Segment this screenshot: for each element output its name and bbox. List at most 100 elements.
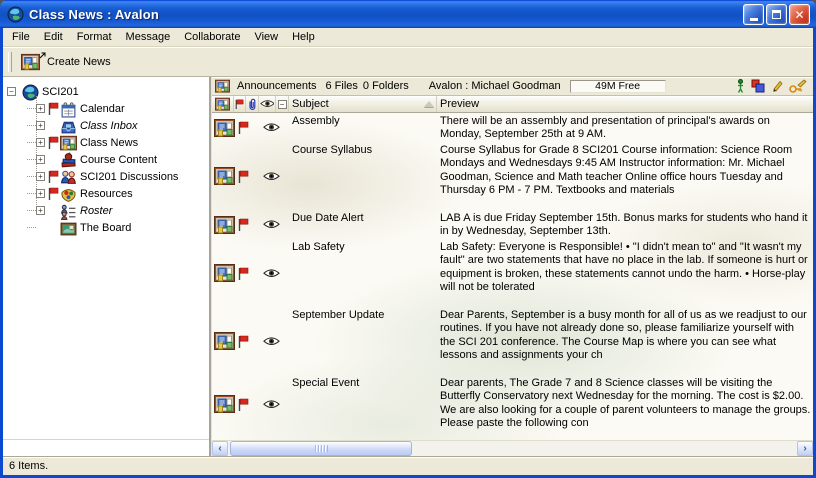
menu-collaborate[interactable]: Collaborate: [177, 29, 247, 45]
tree-item-calendar[interactable]: +: [3, 100, 209, 117]
scrollbar-thumb[interactable]: [230, 441, 412, 456]
red-flag-icon: [238, 121, 249, 134]
red-flag-icon: [238, 398, 249, 411]
column-flag[interactable]: [234, 96, 246, 112]
message-preview: LAB A is due Friday September 15th. Bonu…: [437, 210, 813, 239]
tree-item-sci201[interactable]: − SCI201: [3, 83, 209, 100]
minimize-button[interactable]: [743, 4, 764, 25]
collapse-all-icon: −: [278, 100, 287, 109]
create-news-label: Create News: [47, 56, 111, 68]
titlebar[interactable]: Class News : Avalon ✕: [0, 0, 816, 28]
minimize-icon: [750, 18, 758, 21]
message-row[interactable]: Course Syllabus Course Syllabus for Grad…: [212, 142, 813, 210]
message-subject: Special Event: [289, 375, 437, 433]
column-viewed[interactable]: [259, 96, 276, 112]
menubar: File Edit Format Message Collaborate Vie…: [3, 28, 813, 47]
tree-label: SCI201: [42, 86, 79, 98]
calendar-icon: [60, 101, 77, 117]
expand-expander[interactable]: +: [36, 206, 45, 215]
menu-edit[interactable]: Edit: [37, 29, 70, 45]
column-subject[interactable]: Subject: [289, 96, 437, 112]
message-row[interactable]: Special Event Dear parents, The Grade 7 …: [212, 375, 813, 433]
menu-message[interactable]: Message: [119, 29, 178, 45]
tree-item-class-inbox[interactable]: + Class Inbox: [3, 117, 209, 134]
pencil-icon[interactable]: [771, 80, 783, 93]
chevron-right-icon: ›: [803, 443, 806, 454]
close-icon: ✕: [794, 9, 804, 21]
news-item-icon: [214, 118, 235, 138]
expand-expander[interactable]: +: [36, 155, 45, 164]
tree-item-sci201-discussions[interactable]: + SCI201 Discu: [3, 168, 209, 185]
pane-title: Announcements: [237, 80, 317, 92]
expand-expander[interactable]: +: [36, 121, 45, 130]
conference-tree: − SCI201 +: [3, 77, 209, 456]
scroll-right-button[interactable]: ›: [797, 441, 813, 456]
bulletin-board-icon: [215, 97, 230, 111]
close-button[interactable]: ✕: [789, 4, 810, 25]
horizontal-scrollbar: ‹ ›: [212, 440, 813, 456]
column-collapse[interactable]: −: [276, 96, 289, 112]
menu-help[interactable]: Help: [285, 29, 322, 45]
window-title: Class News : Avalon: [29, 7, 159, 22]
expand-expander[interactable]: +: [36, 104, 45, 113]
chevron-left-icon: ‹: [218, 443, 221, 454]
red-flag-icon: [238, 170, 249, 183]
news-item-icon: [214, 263, 235, 283]
tree-label: Roster: [80, 205, 112, 217]
maximize-button[interactable]: [766, 4, 787, 25]
menu-view[interactable]: View: [247, 29, 285, 45]
scrollbar-track[interactable]: [228, 441, 797, 456]
message-row[interactable]: Assembly There will be an assembly and p…: [212, 113, 813, 142]
tree-label: Class Inbox: [80, 120, 137, 132]
storage-gauge: 49M Free: [570, 80, 666, 93]
tree-item-roster[interactable]: +: [3, 202, 209, 219]
message-preview: Dear parents, The Grade 7 and 8 Science …: [437, 375, 813, 433]
news-item-icon: [214, 215, 235, 235]
toolbar-gripper[interactable]: [8, 52, 12, 72]
tree-label: Course Content: [80, 154, 157, 166]
red-flag-icon: [238, 267, 249, 280]
item-count-label: 6 Items.: [9, 460, 48, 472]
message-preview: Course Syllabus for Grade 8 SCI201 Cours…: [437, 142, 813, 210]
roster-icon: [60, 203, 77, 219]
expand-expander[interactable]: +: [36, 172, 45, 181]
message-row[interactable]: Due Date Alert LAB A is due Friday Septe…: [212, 210, 813, 239]
new-item-mark-icon: [39, 51, 47, 59]
resources-icon: [60, 186, 77, 202]
status-bar: 6 Items.: [3, 456, 813, 475]
menu-file[interactable]: File: [5, 29, 37, 45]
menu-format[interactable]: Format: [70, 29, 119, 45]
tree-label: Class News: [80, 137, 138, 149]
bulletin-board-icon: [215, 79, 230, 93]
expand-expander[interactable]: +: [36, 189, 45, 198]
message-row[interactable]: Lab Safety Lab Safety: Everyone is Respo…: [212, 239, 813, 307]
column-attachment[interactable]: [246, 96, 259, 112]
column-item-type[interactable]: [212, 96, 234, 112]
tree-item-course-content[interactable]: + Course Content: [3, 151, 209, 168]
message-preview: Lab Safety: Everyone is Responsible! • "…: [437, 239, 813, 307]
expand-expander[interactable]: +: [36, 138, 45, 147]
column-preview[interactable]: Preview: [437, 96, 813, 112]
tree-label: Calendar: [80, 103, 125, 115]
collapse-expander[interactable]: −: [7, 87, 16, 96]
eye-icon: [263, 268, 280, 278]
maximize-icon: [772, 10, 781, 19]
globe-window-icon: [7, 6, 24, 23]
message-row[interactable]: September Update Dear Parents, September…: [212, 307, 813, 375]
tree-label: The Board: [80, 222, 131, 234]
column-header: − Subject Preview: [212, 96, 813, 113]
preview-column-label: Preview: [440, 98, 479, 110]
paperclip-icon: [248, 98, 257, 111]
storage-free-label: 49M Free: [595, 80, 640, 92]
tree-label: Resources: [80, 188, 133, 200]
key-pencil-icon[interactable]: [789, 79, 807, 93]
create-news-button[interactable]: Create News: [17, 51, 119, 73]
overlap-squares-icon[interactable]: [751, 79, 765, 93]
tree-item-the-board[interactable]: + The Board: [3, 219, 209, 236]
person-icon[interactable]: [736, 79, 745, 93]
server-user-label: Avalon : Michael Goodman: [429, 80, 561, 92]
tree-item-resources[interactable]: + Resources: [3, 185, 209, 202]
tree-item-class-news[interactable]: + Class News: [3, 134, 209, 151]
scroll-left-button[interactable]: ‹: [212, 441, 228, 456]
red-flag-icon: [48, 136, 59, 149]
